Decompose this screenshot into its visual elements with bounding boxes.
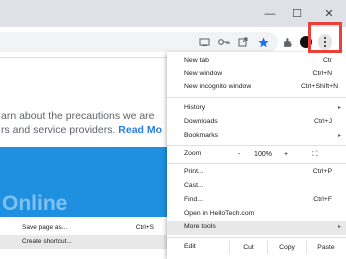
downloads-shortcut: Ctrl+J xyxy=(314,118,332,125)
chevron-right-icon: ▸ xyxy=(337,105,341,111)
menu-item-zoom: Zoom - 100% + ⛶ xyxy=(167,148,346,161)
key-icon[interactable] xyxy=(216,34,232,50)
menu-item-new-incognito[interactable]: New incognito window Ctrl+Shift+N xyxy=(167,81,346,94)
zoom-out-button[interactable]: - xyxy=(229,148,249,161)
fullscreen-icon: ⛶ xyxy=(312,150,318,158)
star-icon[interactable] xyxy=(255,34,271,50)
submenu-item-save-page[interactable]: Save page as... Ctrl+S xyxy=(0,221,168,235)
menu-item-history[interactable]: History ▸ xyxy=(167,102,346,115)
menu-divider xyxy=(167,237,346,238)
banner-text: Online xyxy=(2,192,68,215)
create-shortcut-label: Create shortcut... xyxy=(22,238,72,245)
paste-button[interactable]: Paste xyxy=(307,239,345,256)
print-shortcut: Ctrl+P xyxy=(312,168,332,175)
menu-item-edit: Edit Cut Copy Paste xyxy=(167,239,346,256)
menu-item-more-tools[interactable]: More tools ▸ xyxy=(167,221,346,235)
cast-icon[interactable] xyxy=(196,34,212,50)
save-page-shortcut: Ctrl+S xyxy=(135,224,154,231)
minimize-icon: — xyxy=(264,7,276,20)
plus-icon: + xyxy=(283,151,289,158)
new-tab-label: New tab xyxy=(184,57,209,64)
menu-item-new-tab[interactable]: New tab Ctr xyxy=(167,55,346,68)
print-label: Print... xyxy=(184,168,204,175)
chevron-right-icon: ▸ xyxy=(337,224,341,230)
downloads-label: Downloads xyxy=(184,118,218,125)
cast-label: Cast... xyxy=(184,182,204,189)
edit-label: Edit xyxy=(184,243,196,250)
page-text-line-1: arn about the precautions we are xyxy=(1,110,155,122)
zoom-label: Zoom xyxy=(184,150,202,157)
new-tab-shortcut: Ctr xyxy=(322,57,332,64)
bookmarks-label: Bookmarks xyxy=(184,132,218,139)
menu-item-cast[interactable]: Cast... xyxy=(167,180,346,193)
history-label: History xyxy=(184,104,206,111)
minimize-button[interactable]: — xyxy=(255,0,285,27)
zoom-level: 100% xyxy=(254,151,272,158)
menu-divider xyxy=(167,97,346,98)
new-incognito-label: New incognito window xyxy=(184,83,252,90)
zoom-in-button[interactable]: + xyxy=(277,148,295,161)
save-page-label: Save page as... xyxy=(22,224,68,231)
read-more-link[interactable]: Read Mo xyxy=(118,124,162,136)
minus-icon: - xyxy=(237,151,241,158)
extensions-icon[interactable] xyxy=(280,34,296,50)
menu-item-print[interactable]: Print... Ctrl+P xyxy=(167,166,346,179)
menu-item-downloads[interactable]: Downloads Ctrl+J xyxy=(167,116,346,129)
submenu-item-create-shortcut[interactable]: Create shortcut... xyxy=(0,235,168,249)
highlight-box xyxy=(308,22,342,53)
more-tools-label: More tools xyxy=(184,223,216,230)
menu-divider xyxy=(167,145,346,146)
find-shortcut: Ctrl+F xyxy=(313,196,332,203)
chrome-main-menu: New tab Ctr New window Ctrl+N New incogn… xyxy=(167,52,346,259)
page-text-line-2: rs and service providers. Read Mo xyxy=(1,124,162,136)
new-window-shortcut: Ctrl+N xyxy=(312,70,332,77)
more-tools-submenu: Save page as... Ctrl+S Create shortcut..… xyxy=(0,218,168,259)
menu-item-bookmarks[interactable]: Bookmarks ▸ xyxy=(167,130,346,143)
cut-button[interactable]: Cut xyxy=(230,239,267,256)
menu-item-open-in[interactable]: Open in HelloTech.com xyxy=(167,208,346,221)
menu-item-new-window[interactable]: New window Ctrl+N xyxy=(167,68,346,81)
maximize-icon: ☐ xyxy=(292,8,302,20)
promo-banner: Online xyxy=(0,147,180,217)
new-incognito-shortcut: Ctrl+Shift+N xyxy=(300,83,338,90)
fullscreen-button[interactable]: ⛶ xyxy=(305,148,325,161)
chevron-right-icon: ▸ xyxy=(337,133,341,139)
copy-button[interactable]: Copy xyxy=(268,239,306,256)
menu-divider xyxy=(167,163,346,164)
share-icon[interactable] xyxy=(235,34,251,50)
open-in-label: Open in HelloTech.com xyxy=(184,210,255,217)
new-window-label: New window xyxy=(184,70,223,77)
menu-item-find[interactable]: Find... Ctrl+F xyxy=(167,194,346,207)
find-label: Find... xyxy=(184,196,203,203)
page-text-line-2-body: rs and service providers. xyxy=(1,124,119,136)
close-icon: ✕ xyxy=(324,8,334,20)
